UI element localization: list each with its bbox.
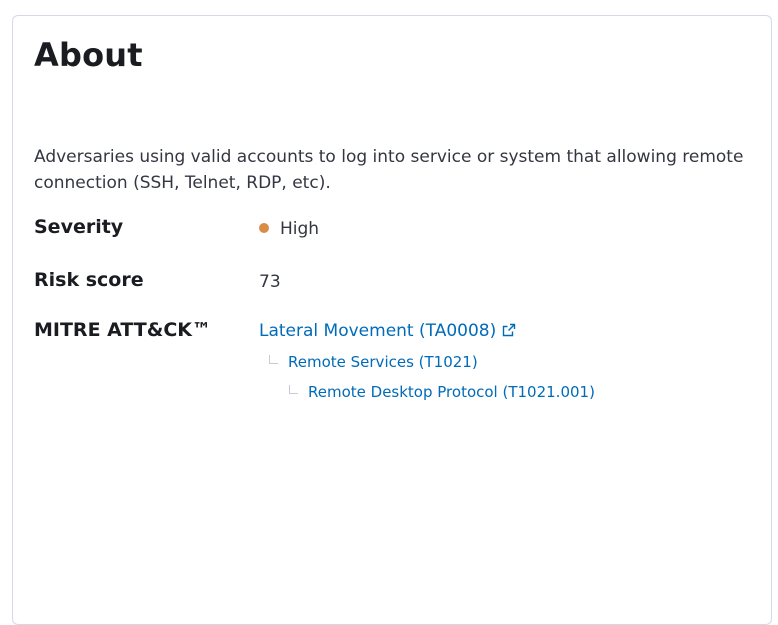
mitre-technique: Remote Services (T1021) xyxy=(269,353,478,371)
tactic-link[interactable]: Lateral Movement (TA0008) xyxy=(259,321,496,341)
severity-label: Severity xyxy=(34,216,124,238)
panel-title: About xyxy=(34,36,143,74)
risk-score-value: 73 xyxy=(259,272,281,292)
mitre-label: MITRE ATT&CK™ xyxy=(34,319,211,341)
external-link-icon[interactable] xyxy=(502,322,516,342)
severity-dot-icon xyxy=(259,223,269,233)
severity-value: High xyxy=(259,219,319,239)
subtechnique-link[interactable]: Remote Desktop Protocol (T1021.001) xyxy=(308,383,595,401)
tree-branch-icon xyxy=(269,355,278,364)
risk-score-label: Risk score xyxy=(34,269,144,291)
tree-branch-icon xyxy=(289,385,298,394)
mitre-subtechnique: Remote Desktop Protocol (T1021.001) xyxy=(289,383,595,401)
technique-link[interactable]: Remote Services (T1021) xyxy=(288,353,478,371)
rule-description: Adversaries using valid accounts to log … xyxy=(34,147,744,193)
mitre-tactic: Lateral Movement (TA0008) xyxy=(259,321,516,342)
about-panel: About Adversaries using valid accounts t… xyxy=(12,15,772,625)
severity-text: High xyxy=(280,219,320,239)
